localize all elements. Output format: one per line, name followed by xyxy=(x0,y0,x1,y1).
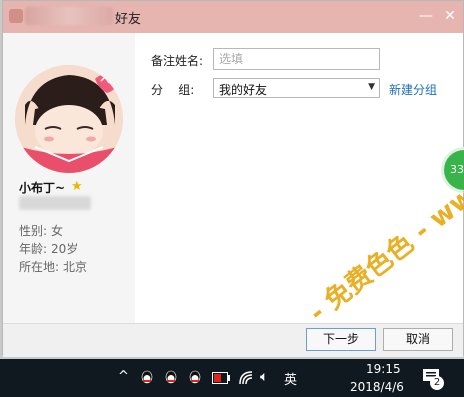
title-bar[interactable]: 好友 — ✕ xyxy=(3,1,463,33)
window-title: 好友 xyxy=(115,12,142,27)
new-group-link[interactable]: 新建分组 xyxy=(389,81,437,98)
clock-time[interactable]: 19:15 xyxy=(366,362,401,376)
title-redacted xyxy=(25,7,113,25)
group-select[interactable]: 我的好友 ▼ xyxy=(213,78,380,98)
age-value: 20岁 xyxy=(51,242,79,256)
gender-value: 女 xyxy=(51,224,64,238)
battery-icon[interactable] xyxy=(212,372,230,384)
close-button[interactable]: ✕ xyxy=(441,7,459,25)
wifi-icon[interactable] xyxy=(238,370,254,386)
group-select-value: 我的好友 xyxy=(219,83,268,97)
minimize-button[interactable]: — xyxy=(417,7,435,25)
nickname: 小布丁~ xyxy=(19,181,66,195)
dropdown-arrow-icon[interactable]: ▼ xyxy=(368,82,375,92)
cancel-button[interactable]: 取消 xyxy=(383,328,453,351)
gender-row: 性别: 女 xyxy=(19,222,63,239)
chevron-up-icon[interactable]: ^ xyxy=(118,369,129,384)
avatar xyxy=(15,65,123,173)
remark-input[interactable] xyxy=(213,48,380,70)
age-label: 年龄: xyxy=(19,242,48,256)
next-button[interactable]: 下一步 xyxy=(306,328,376,351)
account-redacted xyxy=(19,196,91,210)
app-icon xyxy=(9,9,23,23)
age-row: 年龄: 20岁 xyxy=(19,240,78,257)
notification-count: 2 xyxy=(430,376,444,390)
add-friend-dialog: 好友 — ✕ 小布丁~ ★ 性别: 女 年龄: 20岁 所在地: 北京 备注姓名… xyxy=(2,0,464,357)
qq-icon[interactable] xyxy=(164,370,178,386)
qq-icon[interactable] xyxy=(140,370,154,386)
avatar-image xyxy=(15,65,123,173)
location-row: 所在地: 北京 xyxy=(19,258,87,275)
group-label: 分 组: xyxy=(151,83,195,97)
taskbar: ^ 🔈︎ 英 19:15 2018/4/6 2 xyxy=(0,359,464,397)
star-icon: ★ xyxy=(71,179,83,194)
profile-panel: 小布丁~ ★ 性别: 女 年龄: 20岁 所在地: 北京 xyxy=(3,33,135,323)
qq-icon[interactable] xyxy=(188,370,202,386)
location-label: 所在地: xyxy=(19,260,60,274)
ime-indicator[interactable]: 英 xyxy=(284,369,297,388)
gender-label: 性别: xyxy=(19,224,48,238)
clock-date[interactable]: 2018/4/6 xyxy=(350,380,404,394)
volume-icon[interactable]: 🔈︎ xyxy=(260,369,268,385)
remark-label: 备注姓名: xyxy=(151,54,204,68)
location-value: 北京 xyxy=(63,260,88,274)
